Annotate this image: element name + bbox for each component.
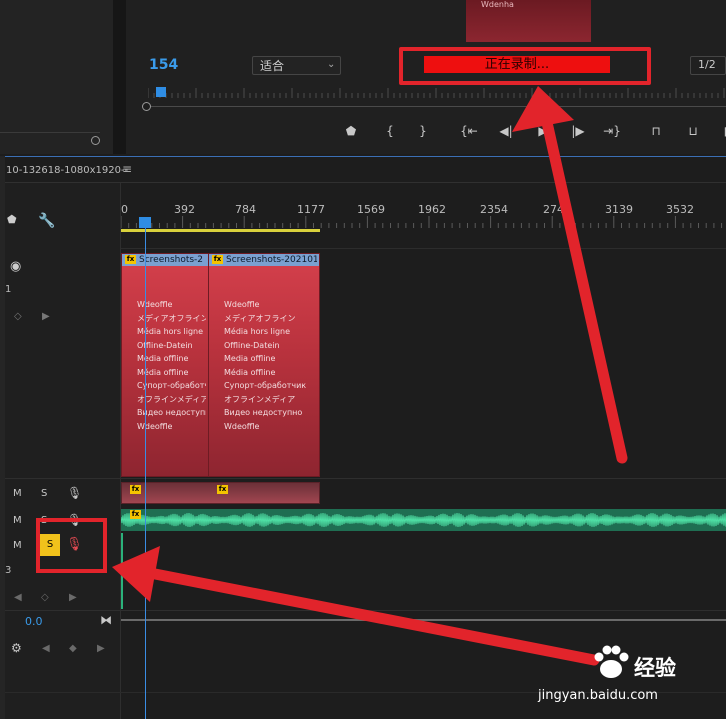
next-keyframe-icon[interactable]: ▶: [97, 643, 105, 654]
ruler-label: 2354: [480, 203, 508, 216]
next-keyframe-icon[interactable]: ▶: [69, 592, 77, 603]
monitor-zoom-knob[interactable]: [142, 102, 151, 111]
mute-button[interactable]: M: [13, 540, 22, 551]
video-clip[interactable]: fx Screenshots-2021011 Wdeoffle メディアオフライ…: [208, 253, 320, 477]
keyframe-diamond-icon[interactable]: ◆: [69, 643, 77, 654]
source-panel-divider: [0, 132, 100, 133]
export-frame-icon[interactable]: ▮: [718, 123, 726, 139]
ruler-label: 1177: [297, 203, 325, 216]
waveform-path: [121, 512, 726, 528]
track-separator: [121, 248, 726, 249]
monitor-playhead[interactable]: [156, 87, 166, 97]
chevron-down-icon: ⌄: [327, 59, 336, 70]
paw-toe: [602, 645, 612, 655]
monitor-time-ruler[interactable]: [148, 88, 726, 98]
mark-in-icon[interactable]: {: [381, 123, 399, 139]
previous-keyframe-icon[interactable]: ◀: [14, 592, 22, 603]
fx-badge[interactable]: fx: [217, 485, 228, 494]
step-forward-icon[interactable]: |▶: [569, 123, 587, 139]
master-track-line: [121, 619, 726, 621]
video-track-label: 1: [5, 284, 12, 295]
settings-gear-icon[interactable]: ⚙: [11, 641, 22, 655]
go-to-end-icon[interactable]: ⧓: [100, 613, 112, 627]
microphone-icon[interactable]: 🎙: [67, 486, 82, 500]
ruler-label: 274: [543, 203, 564, 216]
keyframe-diamond-icon[interactable]: ◇: [41, 592, 49, 603]
fx-badge[interactable]: fx: [130, 485, 141, 494]
source-zoom-knob[interactable]: [91, 136, 100, 145]
clip-title: Screenshots-2021011: [226, 255, 317, 265]
paw-pad: [600, 660, 622, 678]
baidu-paw-logo-icon: [594, 645, 629, 678]
panel-gap: [113, 0, 126, 154]
fx-badge[interactable]: fx: [130, 510, 141, 519]
panel-focus-line: [5, 156, 726, 157]
sequence-menu-icon[interactable]: ≡: [122, 162, 132, 176]
audio-track-label: 3: [5, 565, 12, 576]
fx-badge[interactable]: fx: [212, 255, 223, 264]
watermark-brand-name: 经验: [634, 656, 676, 680]
marker-icon[interactable]: ⬟: [342, 123, 360, 139]
paw-toe: [611, 645, 621, 655]
snap-icon[interactable]: ⬟: [7, 213, 17, 226]
annotation-arrow-left: [144, 567, 600, 666]
playback-resolution-label: 1/2: [698, 58, 716, 71]
track-separator: [5, 478, 726, 479]
go-to-in-icon[interactable]: {⇤: [460, 123, 478, 139]
timeline-playhead-handle[interactable]: [139, 217, 151, 228]
ruler-label: 392: [174, 203, 195, 216]
sequence-tab[interactable]: 10-132618-1080x1920--: [6, 165, 128, 176]
offline-media-text: Wdeoffle メディアオフライン Média hors ligne Offl…: [137, 300, 206, 431]
wrench-icon[interactable]: 🔧: [38, 213, 55, 229]
paw-toe: [619, 652, 629, 662]
video-clip[interactable]: fx Screenshots-2 Wdeoffle メディアオフライン Médi…: [121, 253, 209, 477]
step-back-icon[interactable]: ◀|: [497, 123, 515, 139]
clip-header: fx Screenshots-2021011: [209, 254, 319, 266]
clip-header: fx Screenshots-2: [122, 254, 208, 266]
ruler-label: 1569: [357, 203, 385, 216]
work-area-bar[interactable]: [121, 229, 320, 232]
go-to-out-icon[interactable]: ⇥}: [603, 123, 621, 139]
eye-icon[interactable]: ◉: [10, 259, 21, 274]
audio-waveform: [121, 512, 726, 528]
annotation-highlight-box: [399, 47, 651, 85]
mute-button[interactable]: M: [13, 488, 22, 499]
timeline-playhead-line[interactable]: [145, 228, 146, 719]
program-frame-text: Wdenha: [481, 0, 514, 9]
keyframe-diamond-icon[interactable]: ◇: [14, 311, 22, 322]
ruler-label: 3532: [666, 203, 694, 216]
ruler-label: 1962: [418, 203, 446, 216]
fx-badge[interactable]: fx: [125, 255, 136, 264]
monitor-zoom-bar[interactable]: [150, 106, 726, 107]
track-separator: [5, 610, 726, 611]
ruler-label: 0: [121, 203, 128, 216]
solo-button[interactable]: S: [41, 488, 47, 499]
mark-out-icon[interactable]: }: [414, 123, 432, 139]
previous-keyframe-icon[interactable]: ◀: [42, 643, 50, 654]
annotation-highlight-box: [36, 518, 107, 573]
next-keyframe-icon[interactable]: ▶: [42, 311, 50, 322]
ruler-label: 3139: [605, 203, 633, 216]
clip-title: Screenshots-2: [139, 255, 204, 265]
fit-zoom-label: 适合: [260, 59, 285, 73]
offline-media-text: Wdeoffle メディアオフライン Média hors ligne Offl…: [224, 300, 307, 431]
source-panel: [0, 0, 113, 154]
lift-icon[interactable]: ⊓: [647, 123, 665, 139]
playhead-timecode[interactable]: 154: [149, 57, 178, 73]
mute-button[interactable]: M: [13, 515, 22, 526]
ruler-label: 784: [235, 203, 256, 216]
recording-clip-edge: [121, 533, 123, 609]
play-icon[interactable]: ▶: [534, 123, 552, 139]
paw-toe: [594, 652, 604, 662]
track-headers-panel: [5, 183, 121, 719]
master-volume-value[interactable]: 0.0: [25, 615, 43, 628]
extract-icon[interactable]: ⊔: [684, 123, 702, 139]
annotation-arrow-up: [540, 112, 628, 464]
timeline-ruler[interactable]: [121, 216, 726, 228]
watermark-url: jingyan.baidu.com: [538, 688, 658, 703]
